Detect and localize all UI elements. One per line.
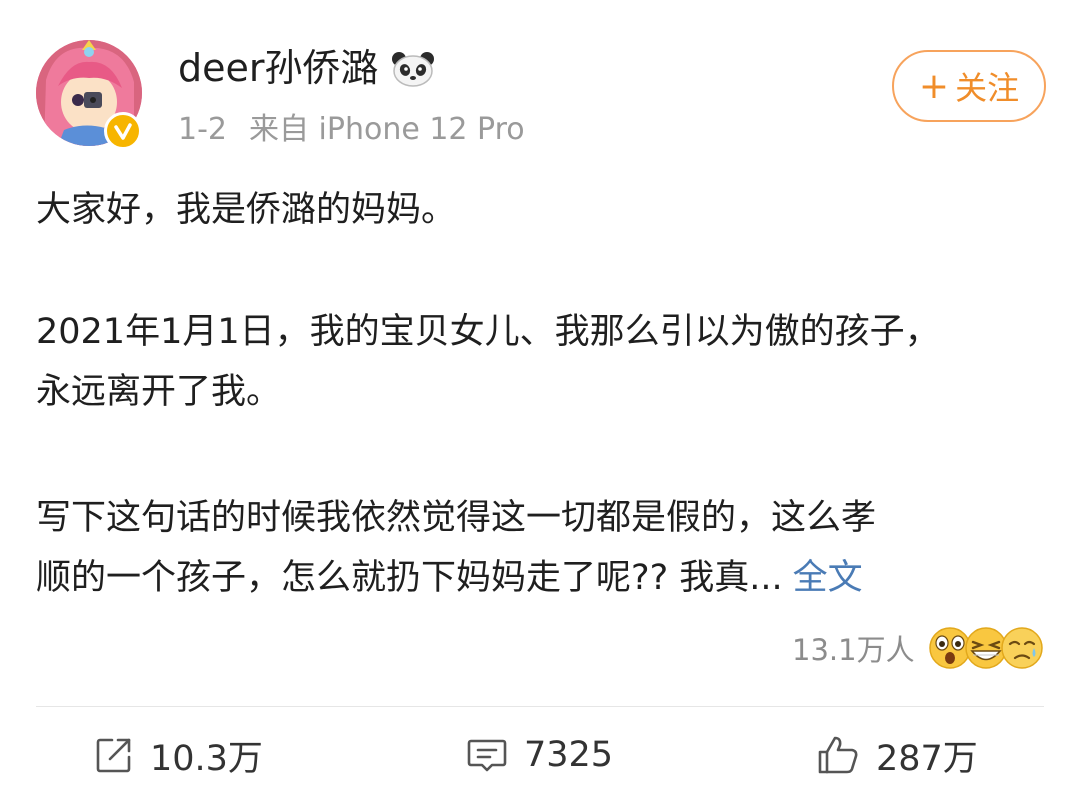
post-paragraph: 2021年1月1日，我的宝贝女儿、我那么引以为傲的孩子， 永远离开了我。 — [36, 302, 940, 422]
plus-icon: + — [918, 65, 950, 107]
repost-button[interactable]: 10.3万 — [94, 730, 263, 780]
divider — [36, 706, 1044, 707]
verified-badge-icon — [104, 112, 142, 150]
weibo-post-card: deer孙侨潞 1-2 来自 iPhone 12 Pro + 关注 大家好，我是侨… — [0, 0, 1080, 800]
full-text-link[interactable]: 全文 — [793, 558, 863, 598]
post-line: 永远离开了我。 — [36, 372, 282, 412]
post-line: 写下这句话的时候我依然觉得这一切都是假的，这么孝 — [36, 498, 877, 538]
follow-label: 关注 — [955, 69, 1020, 107]
post-meta: 1-2 来自 iPhone 12 Pro — [178, 108, 525, 152]
repost-icon — [96, 738, 131, 773]
username[interactable]: deer孙侨潞 — [178, 42, 379, 94]
post-line-with-link: 顺的一个孩子，怎么就扔下妈妈走了呢?? 我真... 全文 — [36, 548, 876, 608]
post-line: 大家好，我是侨潞的妈妈。 — [36, 190, 457, 230]
post-source: 来自 iPhone 12 Pro — [249, 112, 525, 147]
post-line: 2021年1月1日，我的宝贝女儿、我那么引以为傲的孩子， — [36, 312, 940, 352]
post-paragraph: 写下这句话的时候我依然觉得这一切都是假的，这么孝 顺的一个孩子，怎么就扔下妈妈走… — [36, 488, 876, 608]
panda-icon — [391, 49, 435, 87]
sad-emoji[interactable] — [1000, 626, 1044, 670]
comment-button[interactable]: 7325 — [466, 730, 613, 780]
like-button[interactable]: 287万 — [816, 730, 978, 780]
post-line: 顺的一个孩子，怎么就扔下妈妈走了呢?? 我真... — [36, 558, 783, 598]
post-date: 1-2 — [178, 112, 227, 147]
like-count: 287万 — [876, 738, 978, 779]
reaction-count[interactable]: 13.1万人 — [792, 630, 915, 670]
follow-button[interactable]: + 关注 — [892, 50, 1046, 122]
repost-count: 10.3万 — [150, 738, 263, 779]
comment-icon — [467, 739, 507, 772]
comment-count: 7325 — [524, 735, 614, 775]
username-row[interactable]: deer孙侨潞 — [178, 42, 435, 94]
post-paragraph: 大家好，我是侨潞的妈妈。 — [36, 180, 456, 240]
thumbs-up-icon — [818, 736, 858, 774]
